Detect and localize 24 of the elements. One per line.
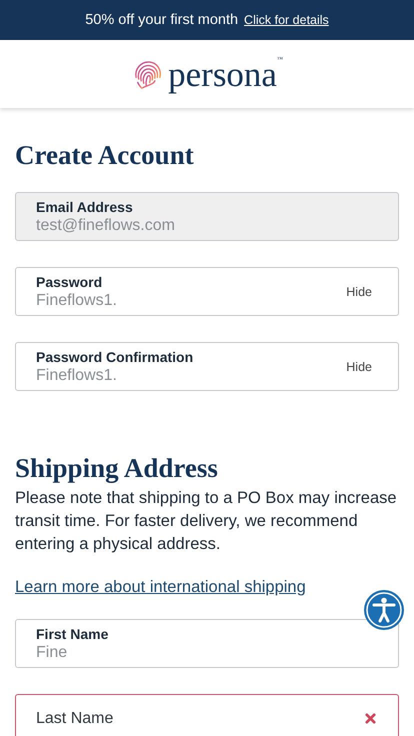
hide-password-button[interactable]: Hide [346,284,372,298]
input-field[interactable]: Password Confirmation Fineflows1. Hide [15,342,399,391]
section-heading: Create Account [15,140,195,170]
field-value: test@fineflows.com [36,216,176,234]
field-value: Fineflows1. [36,366,118,384]
field-label: Password Confirmation [36,348,194,366]
section-heading: Shipping Address [15,453,219,483]
field-value: Fineflows1. [36,290,118,310]
field-label: Email Address [36,198,134,216]
details-link[interactable]: Click for details [244,13,329,27]
persona-logo[interactable]: persona$^{™}$ [168,56,283,92]
field-label: Password [36,274,104,290]
input-field[interactable]: First Name Fine [15,619,399,668]
hide-password-button[interactable]: Hide [346,360,372,374]
input-field[interactable]: Password Fineflows1. Hide [15,267,399,316]
shipping-info-link[interactable]: Learn more about international shipping [15,578,306,597]
accessibility-button[interactable] [364,590,404,630]
error-icon [365,713,376,724]
field-value: Fine [36,642,68,662]
shipping-note: Please note that shipping to a PO Box may increase transit time. For faster delivery, we recommend entering a physical address. [15,488,398,555]
promo-text: 50% off your first month [85,12,238,28]
field-label: First Name [36,626,110,642]
field-label: Last Name [36,710,114,728]
input-field[interactable]: Last Name [15,694,399,736]
